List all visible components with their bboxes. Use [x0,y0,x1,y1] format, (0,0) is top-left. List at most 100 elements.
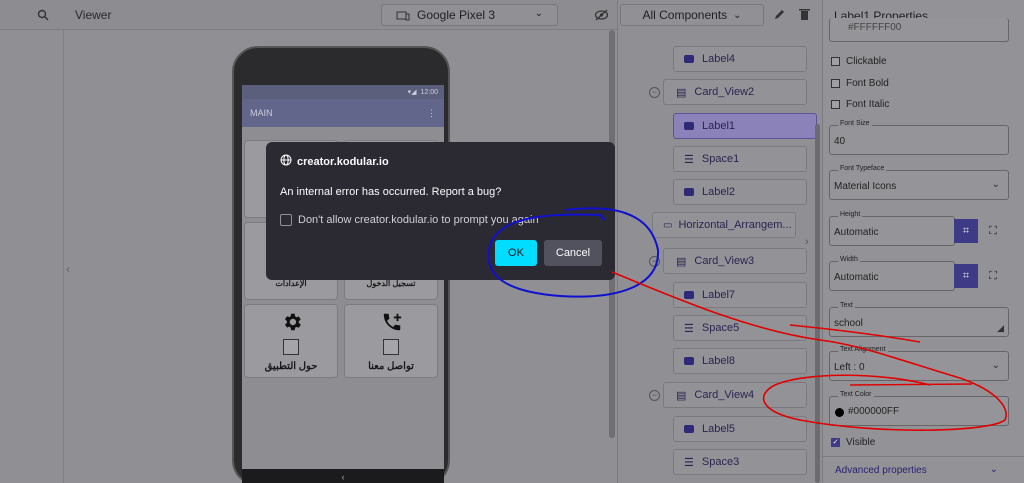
height-value: Automatic [834,227,879,238]
tree-node-label8[interactable]: Label8 [673,348,807,374]
tile-label: حول التطبيق [264,361,318,372]
search-icon[interactable] [36,8,50,22]
chevron-down-icon: ⌄ [991,360,1000,371]
font-typeface-value: Material Icons [834,181,897,192]
tree-node-card-view3[interactable]: ▤ Card_View3 [663,248,807,274]
font-size-label: Font Size [838,120,872,127]
chevron-right-icon[interactable]: › [805,236,809,248]
tree-node-horizontal-arrangement[interactable]: ▭ Horizontal_Arrangem... [652,212,796,238]
text-color-field[interactable]: Text Color #000000FF [829,391,1009,426]
width-field[interactable]: Width Automatic [829,256,955,291]
delete-icon[interactable] [799,8,810,21]
back-nav-icon[interactable]: ‹ [342,472,345,482]
status-time: 12:00 [420,88,438,96]
wifi-icon: ▾◢ [407,89,417,96]
fill-parent-icon[interactable]: ⛶ [981,219,1005,243]
collapse-icon[interactable]: − [649,256,660,267]
dialog-checkbox-label: Don't allow creator.kodular.io to prompt… [298,214,539,226]
collapse-icon[interactable]: − [649,390,660,401]
advanced-properties-toggle[interactable]: Advanced properties ⌄ [822,456,1024,483]
viewer-toolbar: Viewer Google Pixel 3 ⌄ [0,0,617,30]
tree-node-card-view2[interactable]: ▤ Card_View2 [663,79,807,105]
height-field[interactable]: Height Automatic [829,211,955,246]
components-filter-label: All Components [642,8,728,22]
tree-node-space3[interactable]: ☰ Space3 [673,449,807,475]
tree-node-label: Card_View3 [694,255,755,267]
font-bold-checkbox[interactable]: Font Bold [831,78,889,89]
font-italic-checkbox[interactable]: Font Italic [831,99,889,110]
tree-node-label: Card_View4 [694,389,755,401]
tree-node-label2[interactable]: Label2 [673,179,807,205]
viewer-title: Viewer [75,8,112,22]
tree-node-space1[interactable]: ☰ Space1 [673,146,807,172]
advanced-properties-label: Advanced properties [835,465,927,476]
checkbox-box[interactable] [831,100,840,109]
text-alignment-select[interactable]: Text Alignment Left : 0 ⌄ [829,346,1009,381]
checkbox-label: Visible [846,437,876,448]
checkbox-checked[interactable]: ✓ [831,438,840,447]
cancel-button[interactable]: Cancel [544,240,602,266]
font-typeface-select[interactable]: Font Typeface Material Icons ⌄ [829,165,1009,200]
font-size-field[interactable]: Font Size 40 [829,120,1009,155]
resize-handle-icon[interactable]: ◢ [997,323,1004,334]
ok-button[interactable]: OK [495,240,537,266]
gear-icon [281,311,303,336]
checkbox-label: Font Italic [846,99,890,110]
tree-node-label5[interactable]: Label5 [673,416,807,442]
dialog-prompt-checkbox[interactable]: Don't allow creator.kodular.io to prompt… [280,214,539,226]
device-select[interactable]: Google Pixel 3 ⌄ [381,4,558,26]
label-icon [684,291,694,299]
tree-node-label: Space3 [701,456,740,468]
font-typeface-label: Font Typeface [838,165,887,172]
collapse-icon[interactable]: − [649,87,660,98]
more-vert-icon[interactable]: ⋮ [427,108,436,119]
device-name: Google Pixel 3 [417,8,496,22]
space-icon: ☰ [684,456,694,469]
device-icon [396,10,410,24]
edit-icon[interactable] [774,8,786,20]
label-icon [684,425,694,433]
visible-checkbox[interactable]: ✓ Visible [831,437,875,448]
tree-node-label7[interactable]: Label7 [673,282,807,308]
background-color-value: #FFFFFF00 [848,22,902,33]
width-label: Width [838,256,860,263]
clickable-checkbox[interactable]: Clickable [831,56,887,67]
fit-content-icon[interactable]: ⌗ [954,264,978,288]
tree-node-label: Label1 [702,120,736,132]
tile-about[interactable]: حول التطبيق [244,304,338,378]
tree-node-card-view4[interactable]: ▤ Card_View4 [663,382,807,408]
tree-node-label: Space5 [701,322,740,334]
components-scrollbar[interactable] [815,124,820,483]
visibility-off-icon[interactable] [593,8,609,22]
background-color-field[interactable]: #FFFFFF00 [829,18,1009,42]
chevron-down-icon: ⌄ [733,9,742,21]
tile-checkbox[interactable] [283,339,299,355]
tree-node-label: Card_View2 [694,86,755,98]
tree-node-label: Space1 [701,153,740,165]
tree-node-label: Label4 [702,53,736,65]
chevron-down-icon: ⌄ [989,464,998,475]
tree-node-label: Label8 [702,355,736,367]
checkbox-box[interactable] [280,214,292,226]
tile-label: تسجيل الدخول [366,279,416,288]
tree-node-label4[interactable]: Label4 [673,46,807,72]
tile-label: الإعدادات [275,279,307,288]
globe-icon [280,154,292,169]
checkbox-box[interactable] [831,79,840,88]
text-field[interactable]: Text school ◢ [829,302,1009,337]
fill-parent-icon[interactable]: ⛶ [981,264,1005,288]
tile-checkbox[interactable] [383,339,399,355]
text-color-value: #000000FF [848,406,900,417]
dialog-message: An internal error has occurred. Report a… [280,186,502,198]
components-filter-select[interactable]: All Components ⌄ [620,4,764,26]
color-swatch [835,408,844,417]
label-icon [684,55,694,63]
tile-contact[interactable]: تواصل معنا [344,304,438,378]
fit-content-icon[interactable]: ⌗ [954,219,978,243]
tree-node-space5[interactable]: ☰ Space5 [673,315,807,341]
chevron-left-icon[interactable]: ‹ [66,262,80,276]
text-color-label: Text Color [838,391,874,398]
tree-node-label1[interactable]: Label1 [673,113,817,139]
dialog-host-label: creator.kodular.io [297,155,389,168]
checkbox-box[interactable] [831,57,840,66]
